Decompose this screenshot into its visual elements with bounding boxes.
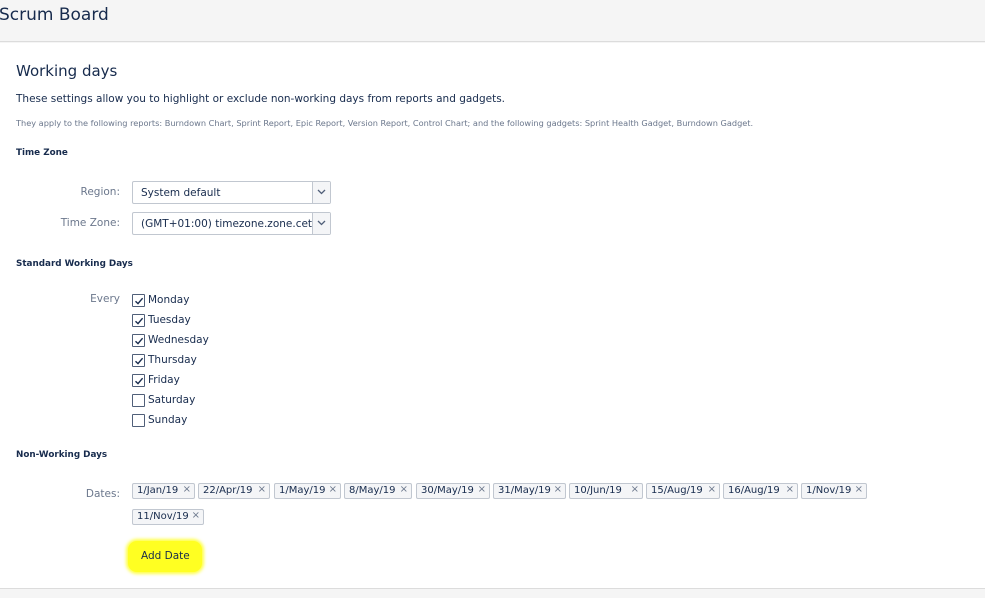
day-label: Monday — [148, 294, 190, 306]
region-select-value: System default — [141, 187, 221, 199]
date-tag: 11/Nov/19 × — [132, 509, 204, 525]
checkmark-icon — [135, 337, 144, 345]
checkbox-unchecked[interactable] — [132, 394, 145, 407]
every-label: Every — [90, 293, 120, 305]
date-tag: 15/Aug/19 × — [646, 483, 720, 499]
date-tag: 1/May/19 × — [274, 483, 341, 499]
date-tag-label: 31/May/19 — [498, 485, 551, 496]
settings-panel: Working days These settings allow you to… — [0, 43, 985, 588]
day-label: Tuesday — [148, 314, 191, 326]
timezone-label: Time Zone: — [60, 217, 120, 229]
remove-date-icon[interactable]: × — [183, 484, 191, 495]
top-bar: Scrum Board — [0, 0, 985, 42]
board-title: Scrum Board — [0, 5, 109, 25]
remove-date-icon[interactable]: × — [708, 484, 716, 495]
remove-date-icon[interactable]: × — [478, 484, 486, 495]
day-label: Saturday — [148, 394, 196, 406]
day-label: Sunday — [148, 414, 188, 426]
remove-date-icon[interactable]: × — [400, 484, 408, 495]
checkbox-checked[interactable] — [132, 314, 145, 327]
page-heading: Working days — [16, 62, 118, 80]
date-tag: 1/Nov/19 × — [801, 483, 867, 499]
timezone-section-title: Time Zone — [16, 148, 68, 158]
date-tag-label: 22/Apr/19 — [203, 485, 253, 496]
checkbox-checked[interactable] — [132, 334, 145, 347]
checkbox-unchecked[interactable] — [132, 414, 145, 427]
chevron-down-icon[interactable] — [312, 182, 330, 203]
remove-date-icon[interactable]: × — [258, 484, 266, 495]
remove-date-icon[interactable]: × — [631, 484, 639, 495]
page-subdescription: They apply to the following reports: Bur… — [16, 118, 754, 128]
checkbox-checked[interactable] — [132, 374, 145, 387]
working-days-section-title: Standard Working Days — [16, 259, 133, 269]
checkbox-checked[interactable] — [132, 354, 145, 367]
date-tag-label: 1/May/19 — [279, 485, 326, 496]
dates-label: Dates: — [85, 488, 120, 500]
date-tag-label: 11/Nov/19 — [137, 511, 189, 522]
remove-date-icon[interactable]: × — [192, 510, 200, 521]
date-tag-label: 16/Aug/19 — [728, 485, 780, 496]
remove-date-icon[interactable]: × — [329, 484, 337, 495]
timezone-select[interactable]: (GMT+01:00) timezone.zone.cet — [132, 212, 331, 235]
timezone-select-value: (GMT+01:00) timezone.zone.cet — [141, 218, 313, 230]
page-description: These settings allow you to highlight or… — [16, 93, 506, 105]
date-tag: 30/May/19 × — [416, 483, 490, 499]
remove-date-icon[interactable]: × — [786, 484, 794, 495]
day-label: Friday — [148, 374, 180, 386]
chevron-down-icon[interactable] — [312, 213, 330, 234]
add-date-button[interactable]: Add Date — [128, 541, 202, 572]
date-tag-label: 30/May/19 — [421, 485, 474, 496]
date-tag-label: 8/May/19 — [349, 485, 396, 496]
day-label: Wednesday — [148, 334, 209, 346]
date-tag: 16/Aug/19 × — [723, 483, 798, 499]
date-tag-label: 15/Aug/19 — [651, 485, 703, 496]
add-date-label: Add Date — [141, 550, 190, 562]
checkmark-icon — [135, 377, 144, 385]
region-select[interactable]: System default — [132, 181, 331, 204]
date-tag: 22/Apr/19 × — [198, 483, 270, 499]
checkbox-checked[interactable] — [132, 294, 145, 307]
non-working-days-section-title: Non-Working Days — [16, 450, 108, 460]
checkmark-icon — [135, 357, 144, 365]
date-tag: 31/May/19 × — [493, 483, 566, 499]
checkmark-icon — [135, 317, 144, 325]
region-label: Region: — [80, 186, 120, 198]
date-tag: 10/Jun/19 × — [569, 483, 643, 499]
date-tag: 1/Jan/19 × — [132, 483, 195, 499]
date-tag: 8/May/19 × — [344, 483, 412, 499]
checkmark-icon — [135, 297, 144, 305]
date-tag-label: 10/Jun/19 — [574, 485, 622, 496]
date-tag-label: 1/Jan/19 — [137, 485, 179, 496]
day-label: Thursday — [148, 354, 197, 366]
remove-date-icon[interactable]: × — [554, 484, 562, 495]
bottom-bar — [0, 588, 985, 598]
date-tag-label: 1/Nov/19 — [806, 485, 852, 496]
remove-date-icon[interactable]: × — [855, 484, 863, 495]
